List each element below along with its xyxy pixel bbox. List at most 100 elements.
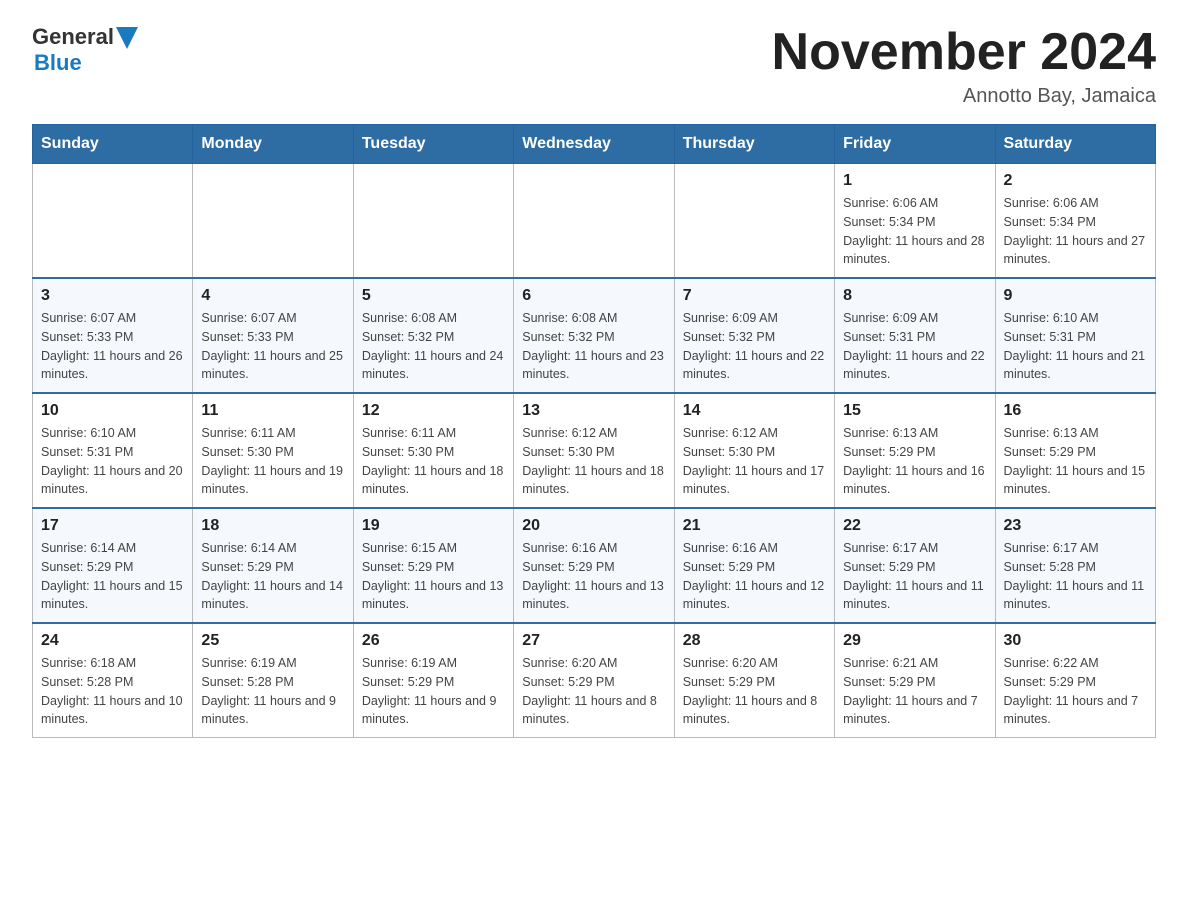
day-number: 11 [201, 402, 344, 420]
day-info: Sunrise: 6:08 AMSunset: 5:32 PMDaylight:… [522, 309, 665, 384]
day-info: Sunrise: 6:16 AMSunset: 5:29 PMDaylight:… [683, 539, 826, 614]
logo-general-text: General [32, 24, 114, 50]
calendar-week-row: 17 Sunrise: 6:14 AMSunset: 5:29 PMDayligh… [33, 508, 1156, 623]
day-info: Sunrise: 6:20 AMSunset: 5:29 PMDaylight:… [522, 654, 665, 729]
day-number: 7 [683, 287, 826, 305]
calendar-cell: 8 Sunrise: 6:09 AMSunset: 5:31 PMDaylight… [835, 278, 995, 393]
day-number: 14 [683, 402, 826, 420]
day-number: 1 [843, 172, 986, 190]
day-info: Sunrise: 6:13 AMSunset: 5:29 PMDaylight:… [843, 424, 986, 499]
day-info: Sunrise: 6:17 AMSunset: 5:29 PMDaylight:… [843, 539, 986, 614]
page-header: General Blue November 2024 Annotto Bay, … [32, 24, 1156, 108]
day-number: 29 [843, 632, 986, 650]
day-info: Sunrise: 6:21 AMSunset: 5:29 PMDaylight:… [843, 654, 986, 729]
day-number: 17 [41, 517, 184, 535]
calendar-cell: 10Sunrise: 6:10 AMSunset: 5:31 PMDayligh… [33, 393, 193, 508]
calendar-cell [514, 164, 674, 279]
day-info: Sunrise: 6:15 AMSunset: 5:29 PMDaylight:… [362, 539, 505, 614]
logo: General Blue [32, 24, 138, 76]
calendar-week-row: 1 Sunrise: 6:06 AMSunset: 5:34 PMDaylight… [33, 164, 1156, 279]
day-number: 9 [1004, 287, 1147, 305]
calendar-header-friday: Friday [835, 125, 995, 164]
day-info: Sunrise: 6:14 AMSunset: 5:29 PMDaylight:… [41, 539, 184, 614]
calendar-cell: 21 Sunrise: 6:16 AMSunset: 5:29 PMDayligh… [674, 508, 834, 623]
calendar-header-tuesday: Tuesday [353, 125, 513, 164]
calendar-cell: 13 Sunrise: 6:12 AMSunset: 5:30 PMDayligh… [514, 393, 674, 508]
calendar-cell: 20 Sunrise: 6:16 AMSunset: 5:29 PMDayligh… [514, 508, 674, 623]
day-info: Sunrise: 6:09 AMSunset: 5:32 PMDaylight:… [683, 309, 826, 384]
calendar-week-row: 24 Sunrise: 6:18 AMSunset: 5:28 PMDayligh… [33, 623, 1156, 738]
calendar-cell: 23 Sunrise: 6:17 AMSunset: 5:28 PMDayligh… [995, 508, 1155, 623]
day-info: Sunrise: 6:18 AMSunset: 5:28 PMDaylight:… [41, 654, 184, 729]
calendar-cell: 2 Sunrise: 6:06 AMSunset: 5:34 PMDaylight… [995, 164, 1155, 279]
day-number: 5 [362, 287, 505, 305]
calendar-cell: 3Sunrise: 6:07 AMSunset: 5:33 PMDaylight… [33, 278, 193, 393]
day-number: 25 [201, 632, 344, 650]
calendar-cell: 15 Sunrise: 6:13 AMSunset: 5:29 PMDayligh… [835, 393, 995, 508]
day-number: 6 [522, 287, 665, 305]
day-number: 28 [683, 632, 826, 650]
calendar-cell: 14 Sunrise: 6:12 AMSunset: 5:30 PMDayligh… [674, 393, 834, 508]
calendar-cell [353, 164, 513, 279]
calendar-cell [193, 164, 353, 279]
page-subtitle: Annotto Bay, Jamaica [772, 85, 1156, 108]
day-info: Sunrise: 6:07 AMSunset: 5:33 PMDaylight:… [201, 309, 344, 384]
calendar-cell: 18Sunrise: 6:14 AMSunset: 5:29 PMDayligh… [193, 508, 353, 623]
day-number: 19 [362, 517, 505, 535]
day-number: 16 [1004, 402, 1147, 420]
day-number: 8 [843, 287, 986, 305]
day-number: 12 [362, 402, 505, 420]
page-title: November 2024 [772, 24, 1156, 81]
day-info: Sunrise: 6:12 AMSunset: 5:30 PMDaylight:… [522, 424, 665, 499]
day-number: 15 [843, 402, 986, 420]
day-number: 4 [201, 287, 344, 305]
calendar-header-sunday: Sunday [33, 125, 193, 164]
calendar-week-row: 10Sunrise: 6:10 AMSunset: 5:31 PMDayligh… [33, 393, 1156, 508]
calendar-cell [674, 164, 834, 279]
calendar-cell: 19 Sunrise: 6:15 AMSunset: 5:29 PMDayligh… [353, 508, 513, 623]
day-info: Sunrise: 6:08 AMSunset: 5:32 PMDaylight:… [362, 309, 505, 384]
day-info: Sunrise: 6:11 AMSunset: 5:30 PMDaylight:… [362, 424, 505, 499]
day-number: 24 [41, 632, 184, 650]
calendar-cell: 6 Sunrise: 6:08 AMSunset: 5:32 PMDaylight… [514, 278, 674, 393]
calendar-header-saturday: Saturday [995, 125, 1155, 164]
calendar-cell: 1 Sunrise: 6:06 AMSunset: 5:34 PMDaylight… [835, 164, 995, 279]
calendar-week-row: 3 Sunrise: 6:07 AMSunset: 5:33 PMDaylight… [33, 278, 1156, 393]
day-number: 2 [1004, 172, 1147, 190]
day-info: Sunrise: 6:17 AMSunset: 5:28 PMDaylight:… [1004, 539, 1147, 614]
calendar-cell: 27Sunrise: 6:20 AMSunset: 5:29 PMDayligh… [514, 623, 674, 738]
day-info: Sunrise: 6:19 AMSunset: 5:28 PMDaylight:… [201, 654, 344, 729]
calendar-cell: 11 Sunrise: 6:11 AMSunset: 5:30 PMDayligh… [193, 393, 353, 508]
calendar-header-thursday: Thursday [674, 125, 834, 164]
day-info: Sunrise: 6:19 AMSunset: 5:29 PMDaylight:… [362, 654, 505, 729]
day-info: Sunrise: 6:16 AMSunset: 5:29 PMDaylight:… [522, 539, 665, 614]
day-info: Sunrise: 6:12 AMSunset: 5:30 PMDaylight:… [683, 424, 826, 499]
calendar-cell: 5 Sunrise: 6:08 AMSunset: 5:32 PMDaylight… [353, 278, 513, 393]
day-number: 3 [41, 287, 184, 305]
day-number: 13 [522, 402, 665, 420]
day-info: Sunrise: 6:10 AMSunset: 5:31 PMDaylight:… [41, 424, 184, 499]
day-number: 23 [1004, 517, 1147, 535]
day-info: Sunrise: 6:06 AMSunset: 5:34 PMDaylight:… [843, 194, 986, 269]
calendar-header-wednesday: Wednesday [514, 125, 674, 164]
day-info: Sunrise: 6:11 AMSunset: 5:30 PMDaylight:… [201, 424, 344, 499]
calendar-cell: 28 Sunrise: 6:20 AMSunset: 5:29 PMDayligh… [674, 623, 834, 738]
day-info: Sunrise: 6:14 AMSunset: 5:29 PMDaylight:… [201, 539, 344, 614]
day-info: Sunrise: 6:20 AMSunset: 5:29 PMDaylight:… [683, 654, 826, 729]
day-number: 20 [522, 517, 665, 535]
calendar-cell: 29 Sunrise: 6:21 AMSunset: 5:29 PMDayligh… [835, 623, 995, 738]
logo-triangle-icon [116, 27, 138, 49]
day-info: Sunrise: 6:22 AMSunset: 5:29 PMDaylight:… [1004, 654, 1147, 729]
calendar-table: SundayMondayTuesdayWednesdayThursdayFrid… [32, 124, 1156, 738]
calendar-cell: 26Sunrise: 6:19 AMSunset: 5:29 PMDayligh… [353, 623, 513, 738]
day-info: Sunrise: 6:09 AMSunset: 5:31 PMDaylight:… [843, 309, 986, 384]
day-number: 22 [843, 517, 986, 535]
day-info: Sunrise: 6:13 AMSunset: 5:29 PMDaylight:… [1004, 424, 1147, 499]
day-info: Sunrise: 6:06 AMSunset: 5:34 PMDaylight:… [1004, 194, 1147, 269]
logo-blue-text: Blue [34, 50, 82, 76]
calendar-cell: 30 Sunrise: 6:22 AMSunset: 5:29 PMDayligh… [995, 623, 1155, 738]
calendar-cell: 9Sunrise: 6:10 AMSunset: 5:31 PMDaylight… [995, 278, 1155, 393]
day-number: 30 [1004, 632, 1147, 650]
day-number: 21 [683, 517, 826, 535]
calendar-cell: 12 Sunrise: 6:11 AMSunset: 5:30 PMDayligh… [353, 393, 513, 508]
